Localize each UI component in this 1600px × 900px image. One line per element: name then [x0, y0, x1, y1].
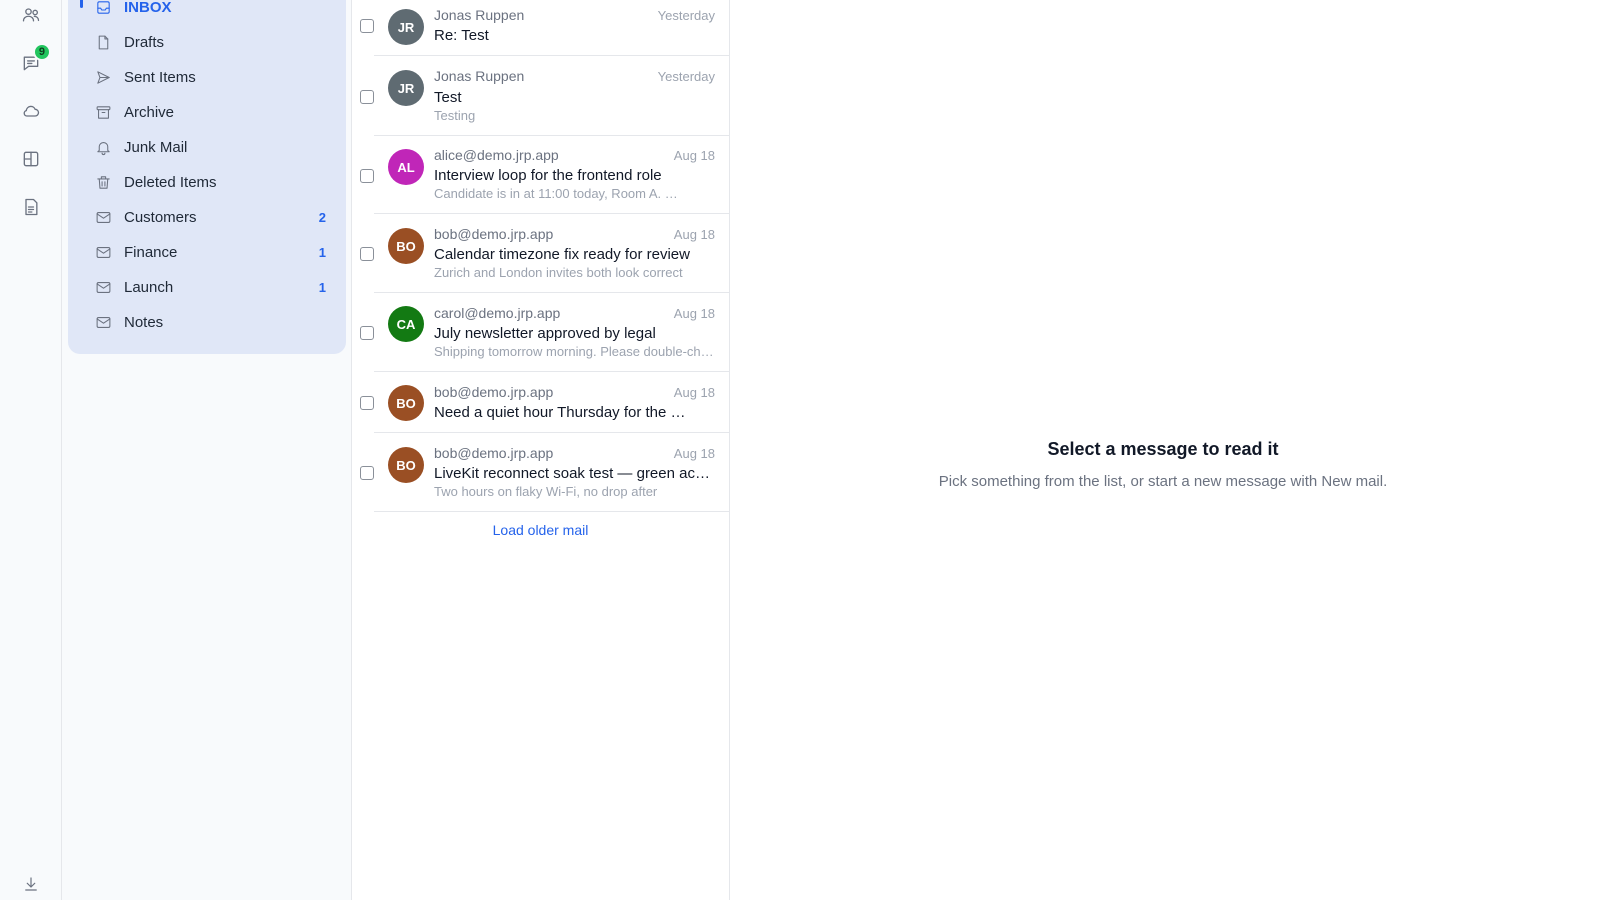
- message-sender: Jonas Ruppen: [434, 7, 525, 23]
- message-checkbox[interactable]: [360, 19, 374, 33]
- unread-count: 1: [318, 279, 326, 295]
- message-checkbox[interactable]: [360, 247, 374, 261]
- folder-list: INBOX Drafts Sent Items Archive Junk Mai…: [68, 0, 346, 354]
- message-subject: Re: Test: [434, 27, 489, 44]
- folder-label: INBOX: [124, 0, 172, 16]
- app-rail: 9: [0, 0, 62, 900]
- avatar: BO: [388, 228, 424, 264]
- message-preview: Candidate is in at 11:00 today, Room A. …: [434, 186, 678, 201]
- cloud-icon[interactable]: [16, 96, 46, 126]
- load-older-mail-link[interactable]: Load older mail: [352, 522, 729, 538]
- message-preview: Testing: [434, 108, 476, 123]
- folder-customers[interactable]: Customers 2: [68, 200, 346, 234]
- mail-app: 9 INBOX Drafts Sent Items Archive Junk M…: [0, 0, 1600, 900]
- download-icon[interactable]: [16, 872, 46, 896]
- avatar: AL: [388, 149, 424, 185]
- chat-icon[interactable]: 9: [16, 43, 51, 78]
- folder-label: Notes: [124, 313, 164, 331]
- board-icon[interactable]: [16, 144, 46, 174]
- reading-pane: Select a message to read it Pick somethi…: [730, 0, 1600, 900]
- message-row[interactable]: AL alice@demo.jrp.app Aug 18 Interview l…: [352, 136, 729, 214]
- empty-state-subtitle: Pick something from the list, or start a…: [938, 473, 1388, 490]
- folder-inbox[interactable]: INBOX: [68, 0, 346, 24]
- avatar: JR: [388, 9, 424, 45]
- inbox-icon: [94, 0, 112, 16]
- message-row[interactable]: BO bob@demo.jrp.app Aug 18 Need a quiet …: [352, 372, 729, 433]
- folder-label: Finance: [124, 243, 178, 261]
- folder-drafts[interactable]: Drafts: [68, 25, 346, 59]
- avatar: BO: [388, 447, 424, 483]
- avatar: CA: [388, 306, 424, 342]
- mail-icon: [94, 208, 112, 226]
- unread-count: 1: [318, 244, 326, 260]
- message-preview: Zurich and London invites both look corr…: [434, 265, 683, 280]
- archive-icon: [94, 103, 112, 121]
- message-preview: Shipping tomorrow morning. Please double…: [434, 344, 714, 359]
- message-date: Aug 18: [673, 306, 715, 321]
- message-subject: July newsletter approved by legal: [434, 325, 656, 342]
- message-date: Yesterday: [657, 8, 715, 23]
- message-list: JR Jonas Ruppen Yesterday Re: Test JR Jo…: [352, 0, 730, 900]
- message-checkbox[interactable]: [360, 169, 374, 183]
- bell-icon: [94, 138, 112, 156]
- message-date: Yesterday: [657, 69, 715, 84]
- message-row[interactable]: JR Jonas Ruppen Yesterday Test Testing: [352, 56, 729, 136]
- file-icon: [94, 33, 112, 51]
- folder-archive[interactable]: Archive: [68, 95, 346, 129]
- message-date: Aug 18: [673, 385, 715, 400]
- divider: [374, 511, 729, 512]
- mail-icon: [94, 243, 112, 261]
- message-sender: bob@demo.jrp.app: [434, 445, 554, 461]
- message-sender: bob@demo.jrp.app: [434, 226, 554, 242]
- message-row[interactable]: JR Jonas Ruppen Yesterday Re: Test: [352, 0, 729, 56]
- message-checkbox[interactable]: [360, 326, 374, 340]
- message-subject: LiveKit reconnect soak test — green acro…: [434, 465, 714, 482]
- message-sender: carol@demo.jrp.app: [434, 305, 561, 321]
- message-row[interactable]: CA carol@demo.jrp.app Aug 18 July newsle…: [352, 293, 729, 372]
- mail-icon: [94, 278, 112, 296]
- folder-pane: INBOX Drafts Sent Items Archive Junk Mai…: [62, 0, 352, 900]
- folder-deleted-items[interactable]: Deleted Items: [68, 165, 346, 199]
- message-subject: Interview loop for the frontend role: [434, 167, 662, 184]
- avatar: JR: [388, 70, 424, 106]
- folder-launch[interactable]: Launch 1: [68, 270, 346, 304]
- active-indicator: [80, 0, 83, 8]
- folder-label: Junk Mail: [124, 138, 188, 156]
- empty-state-title: Select a message to read it: [1047, 439, 1279, 459]
- folder-junk-mail[interactable]: Junk Mail: [68, 130, 346, 164]
- chat-badge: 9: [32, 43, 51, 61]
- message-checkbox[interactable]: [360, 466, 374, 480]
- folder-finance[interactable]: Finance 1: [68, 235, 346, 269]
- contacts-icon[interactable]: [16, 0, 46, 30]
- trash-icon: [94, 173, 112, 191]
- folder-label: Sent Items: [124, 68, 196, 86]
- send-icon: [94, 68, 112, 86]
- message-sender: Jonas Ruppen: [434, 68, 525, 84]
- folder-sent-items[interactable]: Sent Items: [68, 60, 346, 94]
- message-preview: Two hours on flaky Wi-Fi, no drop after: [434, 484, 658, 499]
- document-icon[interactable]: [16, 192, 46, 222]
- folder-label: Customers: [124, 208, 197, 226]
- mail-icon: [94, 313, 112, 331]
- message-date: Aug 18: [673, 446, 715, 461]
- message-subject: Calendar timezone fix ready for review: [434, 246, 690, 263]
- message-checkbox[interactable]: [360, 396, 374, 410]
- message-sender: bob@demo.jrp.app: [434, 384, 554, 400]
- message-sender: alice@demo.jrp.app: [434, 147, 559, 163]
- folder-label: Launch: [124, 278, 174, 296]
- message-row[interactable]: BO bob@demo.jrp.app Aug 18 Calendar time…: [352, 214, 729, 293]
- message-date: Aug 18: [673, 148, 715, 163]
- message-checkbox[interactable]: [360, 90, 374, 104]
- message-subject: Need a quiet hour Thursday for the …: [434, 404, 686, 421]
- message-date: Aug 18: [673, 227, 715, 242]
- folder-label: Archive: [124, 103, 175, 121]
- avatar: BO: [388, 385, 424, 421]
- unread-count: 2: [318, 209, 326, 225]
- message-subject: Test: [434, 89, 462, 106]
- folder-notes[interactable]: Notes: [68, 305, 346, 339]
- folder-label: Drafts: [124, 33, 165, 51]
- folder-label: Deleted Items: [124, 173, 217, 191]
- message-row[interactable]: BO bob@demo.jrp.app Aug 18 LiveKit recon…: [352, 433, 729, 512]
